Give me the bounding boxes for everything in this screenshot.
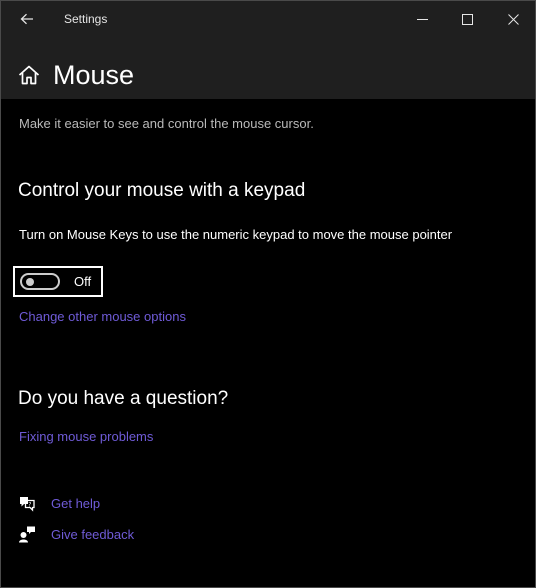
close-button[interactable] (490, 1, 535, 37)
keypad-section-heading: Control your mouse with a keypad (18, 180, 306, 201)
maximize-button[interactable] (444, 1, 490, 37)
toggle-state-label: Off (74, 274, 92, 289)
get-help-icon: ? (20, 497, 35, 512)
give-feedback-label: Give feedback (51, 526, 135, 542)
home-icon[interactable] (18, 65, 40, 85)
maximize-icon (461, 13, 473, 25)
question-section-heading: Do you have a question? (18, 388, 229, 409)
minimize-button[interactable] (399, 1, 445, 37)
svg-text:?: ? (28, 501, 31, 508)
arrow-left-icon (20, 13, 33, 25)
mouse-keys-description: Turn on Mouse Keys to use the numeric ke… (19, 227, 453, 242)
toggle-knob (26, 278, 34, 286)
back-button[interactable] (9, 5, 45, 33)
minimize-icon (416, 18, 428, 20)
toggle-track (20, 273, 60, 290)
get-help-label: Get help (51, 495, 101, 511)
feedback-icon (19, 526, 35, 543)
page-description: Make it easier to see and control the mo… (19, 116, 314, 131)
settings-window: Settings Mouse Make it easier to see and… (0, 0, 536, 588)
page-title: Mouse (53, 60, 135, 90)
window-title: Settings (64, 12, 108, 26)
close-icon (507, 13, 519, 25)
get-help-link[interactable]: ? Get help (18, 494, 100, 512)
page-header: Mouse (1, 37, 535, 99)
give-feedback-link[interactable]: Give feedback (18, 525, 134, 543)
fixing-mouse-problems-link[interactable]: Fixing mouse problems (19, 429, 153, 444)
change-mouse-options-link[interactable]: Change other mouse options (19, 309, 186, 324)
title-bar: Settings (1, 1, 535, 37)
mouse-keys-toggle[interactable]: Off (13, 266, 103, 297)
